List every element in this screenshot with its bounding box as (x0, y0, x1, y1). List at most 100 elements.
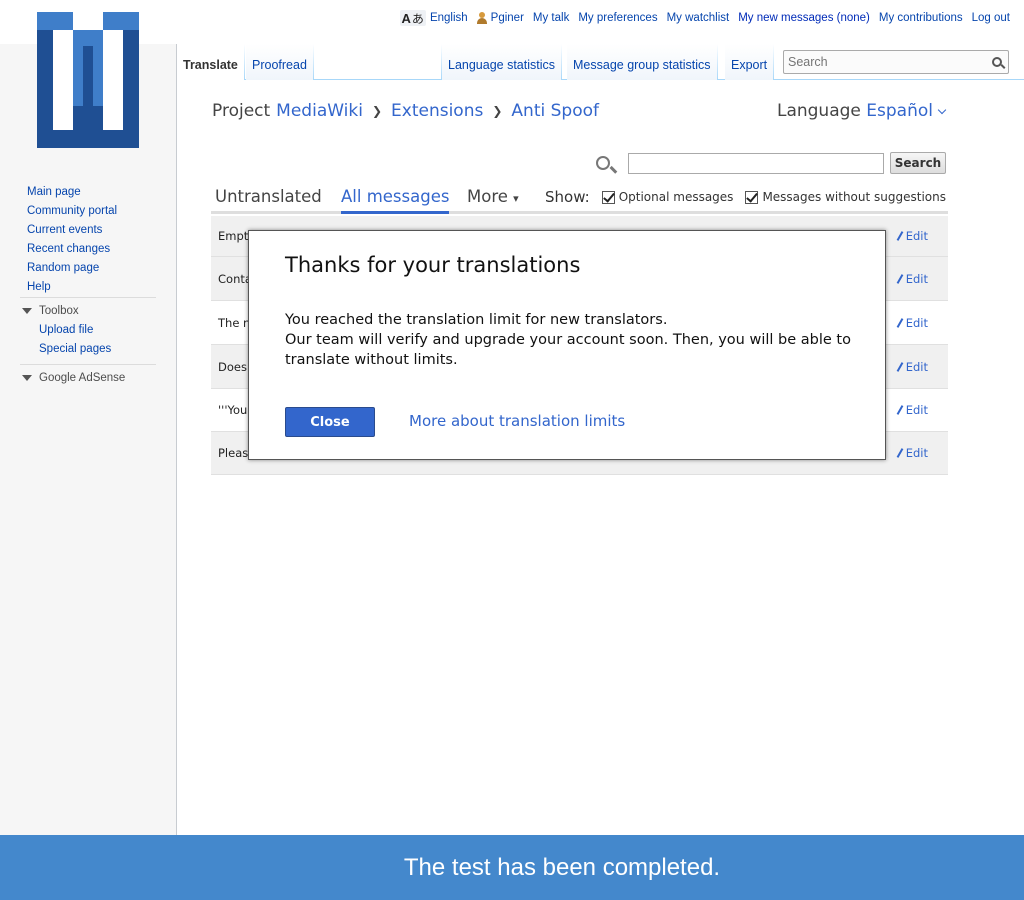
completion-banner: The test has been completed. (0, 835, 1024, 900)
translation-limits-link[interactable]: More about translation limits (409, 412, 625, 430)
nav-current-events[interactable]: Current events (27, 221, 157, 240)
filter-more[interactable]: More ▾ (467, 187, 519, 211)
breadcrumb-separator-icon: ❯ (371, 104, 383, 118)
collapse-triangle-icon (22, 375, 32, 381)
search-icon (596, 156, 610, 170)
completion-banner-text: The test has been completed. (403, 853, 721, 881)
pencil-icon (896, 361, 904, 372)
option-messages-without-suggestions[interactable]: Messages without suggestions (745, 190, 946, 204)
personal-language-link[interactable]: English (430, 12, 468, 24)
site-search (783, 50, 1009, 74)
adsense-title: Google AdSense (39, 372, 126, 384)
tab-message-group-statistics-label: Message group statistics (573, 58, 711, 72)
breadcrumb-mediawiki[interactable]: MediaWiki (276, 101, 363, 121)
edit-link[interactable]: Edit (896, 359, 928, 374)
nav-help[interactable]: Help (27, 278, 157, 297)
tab-proofread-label: Proofread (252, 58, 307, 72)
toolbox-toggle[interactable]: Toolbox (20, 305, 156, 317)
pencil-icon (896, 317, 904, 328)
breadcrumb-anti-spoof[interactable]: Anti Spoof (511, 101, 599, 121)
show-label: Show: (544, 188, 590, 206)
message-search-button[interactable]: Search (890, 152, 946, 174)
edit-link[interactable]: Edit (896, 271, 928, 286)
edit-link[interactable]: Edit (896, 446, 928, 460)
tab-proofread[interactable]: Proofread (246, 44, 314, 80)
edit-label: Edit (905, 446, 928, 460)
personal-user-link[interactable]: Pginer (476, 12, 524, 24)
edit-link[interactable]: Edit (896, 229, 928, 243)
user-icon (476, 12, 487, 24)
message-search: Search (596, 152, 946, 174)
site-search-input[interactable] (784, 51, 984, 73)
personal-log-out[interactable]: Log out (972, 12, 1010, 24)
pencil-icon (896, 448, 904, 458)
personal-my-new-messages[interactable]: My new messages (none) (738, 12, 870, 24)
nav-random-page[interactable]: Random page (27, 259, 157, 278)
edit-label: Edit (905, 315, 928, 330)
filter-all-messages[interactable]: All messages (341, 187, 450, 214)
checkbox-checked-icon[interactable] (601, 190, 615, 204)
edit-link[interactable]: Edit (896, 315, 928, 330)
language-selector-value[interactable]: Español (866, 101, 933, 121)
filter-more-label: More (467, 187, 508, 206)
message-source: Empt (218, 229, 249, 243)
chevron-down-icon[interactable] (937, 105, 947, 115)
language-selector[interactable]: Language Español (776, 101, 947, 121)
close-button[interactable]: Close (285, 407, 375, 437)
adsense-toggle[interactable]: Google AdSense (20, 372, 156, 384)
tab-translate-label: Translate (183, 58, 238, 72)
checkbox-checked-icon[interactable] (745, 190, 759, 204)
edit-label: Edit (905, 271, 928, 286)
sidebar: Main page Community portal Current event… (0, 0, 177, 835)
edit-label: Edit (905, 229, 928, 243)
toolbox-upload-file[interactable]: Upload file (39, 321, 156, 340)
tab-export[interactable]: Export (725, 44, 775, 80)
collapse-triangle-icon (22, 308, 32, 314)
edit-link[interactable]: Edit (896, 403, 928, 417)
personal-my-preferences[interactable]: My preferences (578, 12, 657, 24)
edit-label: Edit (905, 359, 928, 374)
option-messages-without-suggestions-label: Messages without suggestions (762, 190, 946, 204)
dialog-title: Thanks for your translations (285, 253, 581, 277)
search-icon[interactable] (992, 57, 1002, 67)
message-search-input[interactable] (628, 152, 884, 174)
show-options: Show: Optional messages Messages without… (545, 188, 946, 206)
pencil-icon (896, 273, 904, 284)
tab-export-label: Export (731, 58, 768, 72)
personal-my-contributions[interactable]: My contributions (879, 12, 963, 24)
tab-language-statistics[interactable]: Language statistics (441, 44, 563, 80)
toolbox-special-pages[interactable]: Special pages (39, 340, 156, 359)
pencil-icon (896, 405, 904, 415)
breadcrumb-extensions[interactable]: Extensions (391, 101, 483, 121)
breadcrumb-separator-icon: ❯ (492, 104, 503, 118)
adsense-portlet: Google AdSense (20, 364, 156, 384)
message-source: The n (218, 315, 251, 330)
translation-limit-dialog: Thanks for your translations You reached… (248, 230, 886, 460)
nav-main-page[interactable]: Main page (27, 183, 157, 202)
personal-my-watchlist[interactable]: My watchlist (667, 12, 730, 24)
site-logo[interactable] (37, 12, 139, 148)
dialog-line-1: You reached the translation limit for ne… (285, 312, 668, 328)
tab-translate[interactable]: Translate (177, 44, 245, 80)
message-source: Conta (218, 271, 252, 286)
dropdown-arrow-icon: ▾ (513, 192, 519, 205)
nav-recent-changes[interactable]: Recent changes (27, 240, 157, 259)
language-selector-label: Language (776, 101, 861, 121)
tab-bar: Translate Proofread Language statistics … (177, 44, 1024, 80)
personal-my-talk[interactable]: My talk (533, 12, 569, 24)
message-source: Does (218, 359, 247, 374)
toolbox-title: Toolbox (39, 305, 79, 317)
nav-community-portal[interactable]: Community portal (27, 202, 157, 221)
option-optional-messages[interactable]: Optional messages (601, 190, 733, 204)
filter-untranslated[interactable]: Untranslated (215, 187, 322, 211)
navigation-portlet: Main page Community portal Current event… (27, 183, 157, 297)
dialog-line-2: Our team will verify and upgrade your ac… (285, 332, 851, 368)
breadcrumb-prefix: Project (212, 101, 271, 121)
pencil-icon (896, 231, 904, 241)
edit-label: Edit (905, 403, 928, 417)
tab-language-statistics-label: Language statistics (448, 58, 556, 72)
dialog-body: You reached the translation limit for ne… (285, 310, 865, 370)
language-icon[interactable]: Aあ (399, 10, 426, 26)
tab-message-group-statistics[interactable]: Message group statistics (567, 44, 718, 80)
toolbox-portlet: Toolbox Upload file Special pages (20, 297, 156, 359)
